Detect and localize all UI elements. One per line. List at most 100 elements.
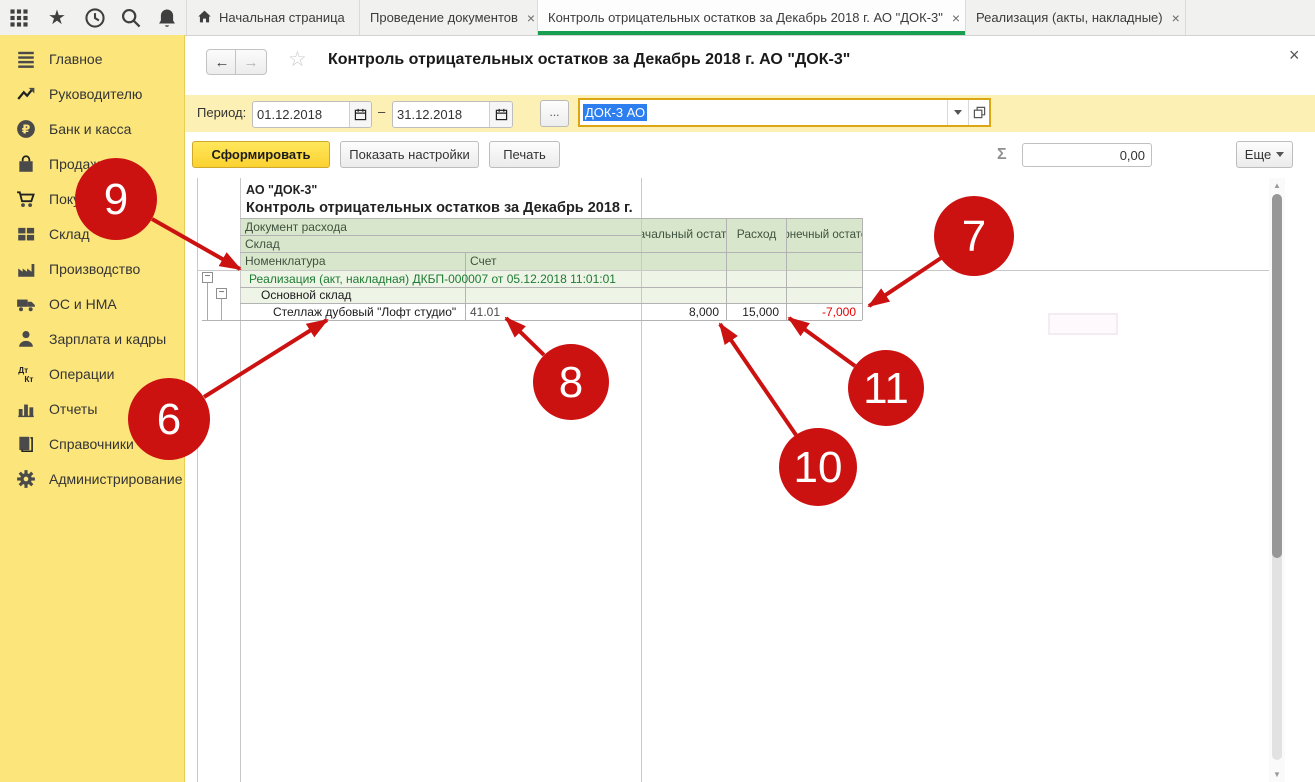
tab-close-icon[interactable]: × xyxy=(527,10,535,26)
menu-icon xyxy=(15,48,37,70)
cell-opening-balance[interactable]: 8,000 xyxy=(641,303,722,320)
range-dash: – xyxy=(378,104,385,119)
collapse-group-icon[interactable] xyxy=(202,272,213,283)
sidebar-item-warehouse[interactable]: Склад xyxy=(0,216,184,251)
more-button[interactable]: Еще xyxy=(1236,141,1293,168)
grid-line xyxy=(862,218,863,320)
chevron-down-icon xyxy=(1276,152,1284,157)
col-header-warehouse[interactable]: Склад xyxy=(245,235,635,252)
vertical-scrollbar[interactable]: ▲ ▼ xyxy=(1269,178,1285,782)
chevron-down-icon[interactable] xyxy=(947,100,968,125)
col-header-expense[interactable]: Расход xyxy=(727,218,786,252)
report-title-line[interactable]: Контроль отрицательных остатков за Декаб… xyxy=(246,198,726,217)
generate-button[interactable]: Сформировать xyxy=(192,141,330,168)
favorite-star-icon[interactable]: ☆ xyxy=(288,47,307,72)
organization-combo[interactable]: ДОК-3 АО xyxy=(578,98,991,127)
cell-closing-balance-negative[interactable]: -7,000 xyxy=(786,303,859,320)
col-header-account[interactable]: Счет xyxy=(470,252,635,270)
print-button[interactable]: Печать xyxy=(489,141,560,168)
sum-field[interactable] xyxy=(1022,143,1152,167)
grid-line xyxy=(641,178,642,782)
tree-line xyxy=(207,283,208,320)
tab-label: Реализация (акты, накладные) xyxy=(976,10,1163,25)
close-report-icon[interactable]: × xyxy=(1289,45,1300,66)
sidebar-item-purchases[interactable]: Покупки xyxy=(0,181,184,216)
cell-account[interactable]: 41.01 xyxy=(470,303,550,320)
group-row-warehouse[interactable]: Основной склад xyxy=(261,287,581,303)
back-button[interactable]: ← xyxy=(206,49,238,75)
active-tab-underline xyxy=(538,31,965,35)
annotation-circle-8 xyxy=(533,344,609,420)
open-item-icon[interactable] xyxy=(968,100,989,125)
annotation-circle-7 xyxy=(934,196,1014,276)
page-title: Контроль отрицательных остатков за Декаб… xyxy=(328,51,850,69)
sigma-icon: Σ xyxy=(997,146,1007,164)
calendar-icon[interactable] xyxy=(489,102,512,127)
show-settings-button[interactable]: Показать настройки xyxy=(340,141,479,168)
sidebar-item-production[interactable]: Производство xyxy=(0,251,184,286)
sidebar-item-directories[interactable]: Справочники xyxy=(0,426,184,461)
date-to-field[interactable] xyxy=(392,101,513,128)
tab-document-posting[interactable]: Проведение документов × xyxy=(360,0,538,35)
col-header-nomenclature[interactable]: Номенклатура xyxy=(245,252,460,270)
grid-line xyxy=(197,178,198,782)
sidebar-item-salary-hr[interactable]: Зарплата и кадры xyxy=(0,321,184,356)
annotation-arrow-8 xyxy=(506,318,544,355)
annotation-arrow-11 xyxy=(789,318,855,366)
annotation-arrow-10 xyxy=(720,324,796,435)
cell-expense[interactable]: 15,000 xyxy=(726,303,782,320)
forward-button[interactable]: → xyxy=(235,49,267,75)
factory-icon xyxy=(15,258,37,280)
sidebar-item-fixed-assets[interactable]: ОС и НМА xyxy=(0,286,184,321)
home-icon xyxy=(197,9,212,27)
highlight-box xyxy=(1048,313,1118,335)
sidebar-item-bank-cash[interactable]: Банк и касса xyxy=(0,111,184,146)
col-header-opening-balance[interactable]: Начальный остаток xyxy=(642,218,726,252)
apps-menu-icon[interactable] xyxy=(8,7,30,29)
debit-credit-icon xyxy=(15,363,37,385)
sidebar-item-operations[interactable]: Операции xyxy=(0,356,184,391)
tab-negative-balance-report[interactable]: Контроль отрицательных остатков за Декаб… xyxy=(538,0,966,35)
tab-home[interactable]: Начальная страница xyxy=(186,0,360,35)
sum-input[interactable] xyxy=(1023,144,1151,166)
ruble-coin-icon xyxy=(15,118,37,140)
sidebar-item-main[interactable]: Главное xyxy=(0,41,184,76)
search-icon[interactable] xyxy=(120,7,142,29)
report-org-line[interactable]: АО "ДОК-3" xyxy=(246,181,666,198)
date-from-field[interactable] xyxy=(252,101,372,128)
annotation-number: 8 xyxy=(559,358,583,407)
organization-value: ДОК-3 АО xyxy=(583,104,647,121)
annotation-number: 7 xyxy=(962,212,986,261)
sidebar-item-administration[interactable]: Администрирование xyxy=(0,461,184,496)
tab-sales-invoices[interactable]: Реализация (акты, накладные) × xyxy=(966,0,1186,35)
filter-bar: Период: – ... ДОК-3 АО xyxy=(185,95,1315,132)
tab-close-icon[interactable]: × xyxy=(1172,10,1180,26)
group-row-document[interactable]: Реализация (акт, накладная) ДКБП-000007 … xyxy=(249,270,749,287)
notifications-bell-icon[interactable] xyxy=(156,7,178,29)
scrollbar-thumb[interactable] xyxy=(1272,194,1282,558)
tab-close-icon[interactable]: × xyxy=(952,10,960,26)
collapse-group-icon[interactable] xyxy=(216,288,227,299)
scroll-up-icon[interactable]: ▲ xyxy=(1269,181,1285,190)
app-window: ★ Начальная страница Проведение документ… xyxy=(0,0,1315,782)
cell-nomenclature[interactable]: Стеллаж дубовый "Лофт студио" xyxy=(273,303,463,320)
favorites-icon[interactable]: ★ xyxy=(46,7,68,29)
period-options-button[interactable]: ... xyxy=(540,100,569,127)
grid-line xyxy=(240,178,241,782)
top-bar: ★ Начальная страница Проведение документ… xyxy=(0,0,1315,36)
sidebar-item-manager[interactable]: Руководителю xyxy=(0,76,184,111)
sidebar-item-reports[interactable]: Отчеты xyxy=(0,391,184,426)
shopping-bag-icon xyxy=(15,153,37,175)
col-header-closing-balance[interactable]: Конечный остаток xyxy=(787,218,862,252)
person-icon xyxy=(15,328,37,350)
grid-line xyxy=(202,320,862,321)
calendar-icon[interactable] xyxy=(349,102,371,127)
date-to-input[interactable] xyxy=(393,102,489,127)
scroll-down-icon[interactable]: ▼ xyxy=(1269,770,1285,779)
annotation-circle-10 xyxy=(779,428,857,506)
col-header-document[interactable]: Документ расхода xyxy=(245,218,635,235)
annotation-arrow-7 xyxy=(869,258,941,306)
date-from-input[interactable] xyxy=(253,102,349,127)
history-icon[interactable] xyxy=(84,7,106,29)
sidebar-item-sales[interactable]: Продажи xyxy=(0,146,184,181)
